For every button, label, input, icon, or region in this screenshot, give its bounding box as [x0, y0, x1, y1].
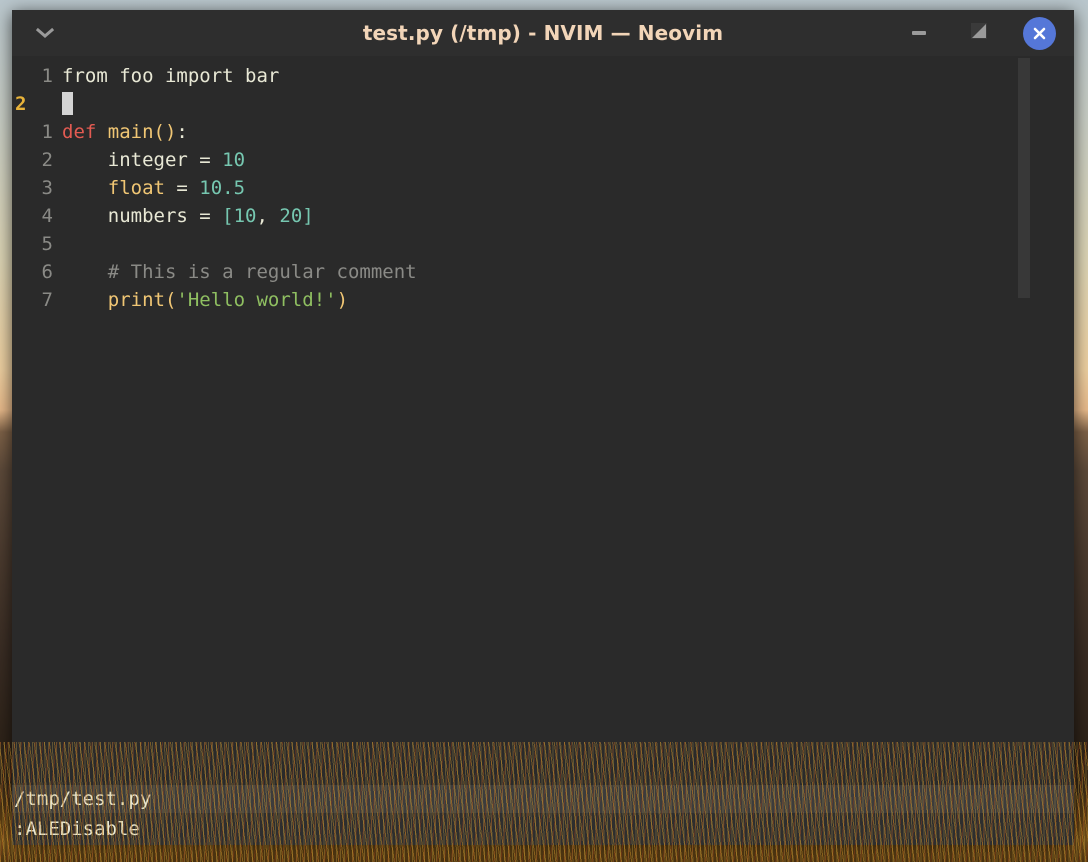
code-token: def [62, 121, 108, 143]
code-line-text: from foo import bar [62, 62, 1074, 90]
neovim-window: test.py (/tmp) - NVIM — Neovim 1 from fo… [12, 10, 1074, 845]
code-token: from foo import bar [62, 65, 280, 87]
code-token: = [164, 177, 200, 199]
code-line-text: # This is a regular comment [62, 258, 1074, 286]
code-line-text: print('Hello world!') [62, 286, 1074, 314]
code-line-text [62, 90, 1074, 118]
scrollbar-thumb[interactable] [1018, 58, 1030, 298]
code-token: 20 [279, 205, 303, 227]
restore-icon [971, 23, 987, 43]
vertical-scrollbar[interactable] [1018, 56, 1030, 785]
code-token: main [107, 121, 154, 143]
code-token: () [153, 121, 177, 143]
code-token: ( [164, 289, 177, 311]
code-line[interactable]: 3 float = 10.5 [12, 174, 1074, 202]
code-line[interactable]: 7 print('Hello world!') [12, 286, 1074, 314]
code-token: numbers = [62, 205, 223, 227]
line-number: 5 [41, 233, 53, 255]
close-button[interactable] [1016, 15, 1062, 51]
command-line[interactable]: :ALEDisable [12, 813, 1074, 845]
line-number: 1 [41, 121, 53, 143]
code-line-text: numbers = [10, 20] [62, 202, 1074, 230]
code-token: 10 [233, 205, 257, 227]
code-line[interactable]: 2 integer = 10 [12, 146, 1074, 174]
line-number: 6 [41, 261, 53, 283]
line-number: 2 [41, 149, 53, 171]
code-token: 'Hello world!' [176, 289, 337, 311]
code-line-text: integer = 10 [62, 146, 1074, 174]
maximize-button[interactable] [956, 15, 1002, 51]
minimize-icon [912, 31, 926, 35]
line-number: 7 [41, 289, 53, 311]
line-number: 1 [41, 65, 53, 87]
window-controls [896, 15, 1068, 51]
line-number: 2 [15, 93, 27, 115]
code-line[interactable]: 4 numbers = [10, 20] [12, 202, 1074, 230]
text-cursor [62, 92, 73, 115]
code-token: ] [302, 205, 314, 227]
minimize-button[interactable] [896, 15, 942, 51]
code-line[interactable]: 1 def main(): [12, 118, 1074, 146]
code-token: # This is a regular comment [62, 261, 417, 283]
desktop-wallpaper: test.py (/tmp) - NVIM — Neovim 1 from fo… [0, 0, 1088, 862]
code-token: , [256, 205, 280, 227]
window-titlebar[interactable]: test.py (/tmp) - NVIM — Neovim [12, 10, 1074, 56]
code-line[interactable]: 1 from foo import bar [12, 62, 1074, 90]
code-token: print [107, 289, 165, 311]
line-number: 3 [41, 177, 53, 199]
code-token: ) [336, 289, 349, 311]
line-number: 4 [41, 205, 53, 227]
code-line[interactable]: 5 [12, 230, 1074, 258]
code-line[interactable]: 6 # This is a regular comment [12, 258, 1074, 286]
code-line-text: def main(): [62, 118, 1074, 146]
code-token: float [107, 177, 165, 199]
code-lines[interactable]: 1 from foo import bar 2 1 def main(): 2 integ… [12, 62, 1074, 314]
code-line[interactable]: 2 [12, 90, 1074, 118]
code-token: integer = [62, 149, 223, 171]
code-token: : [176, 121, 188, 143]
code-token: 10.5 [199, 177, 246, 199]
code-line-text: float = 10.5 [62, 174, 1074, 202]
code-token: 10 [222, 149, 246, 171]
window-menu-button[interactable] [22, 15, 68, 51]
code-token: [ [222, 205, 234, 227]
status-line: /tmp/test.py [12, 785, 1074, 813]
editor-buffer-area[interactable]: 1 from foo import bar 2 1 def main(): 2 integ… [12, 56, 1074, 785]
chevron-down-icon [35, 24, 55, 43]
close-icon [1022, 16, 1056, 50]
